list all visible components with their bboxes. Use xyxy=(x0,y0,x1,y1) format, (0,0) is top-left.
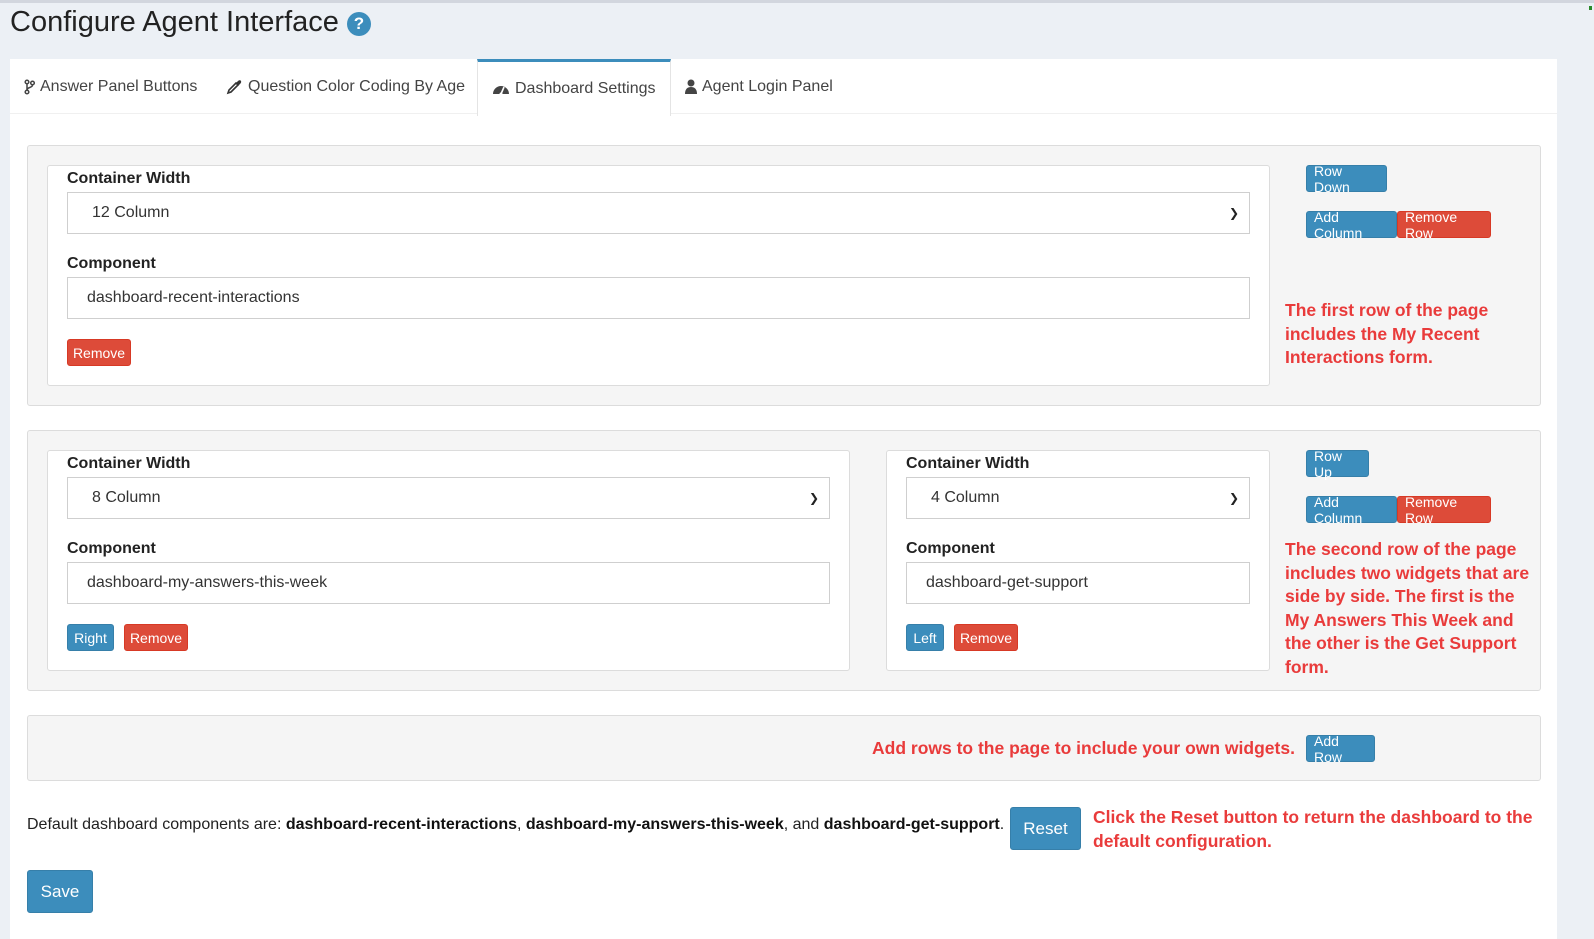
default-component-1: dashboard-recent-interactions xyxy=(285,816,517,833)
eyedropper-icon xyxy=(226,80,242,95)
default-component-2: dashboard-my-answers-this-week xyxy=(525,816,784,833)
page-title-text: Configure Agent Interface xyxy=(10,6,339,38)
tab-dashboard-settings[interactable]: Dashboard Settings xyxy=(477,59,671,116)
column-1: Container Width 8 Column ❯ Component das… xyxy=(47,450,850,671)
column-2: Container Width 4 Column ❯ Component das… xyxy=(886,450,1270,671)
component-label: Component xyxy=(67,255,156,272)
container-width-select[interactable]: 4 Column ❯ xyxy=(906,477,1250,519)
question-circle-icon[interactable]: ? xyxy=(346,11,371,36)
add-row-annotation: Add rows to the page to include your own… xyxy=(872,738,1295,758)
row-down-button[interactable]: Row Down xyxy=(1306,163,1387,195)
remove-column-button[interactable]: Remove xyxy=(124,624,188,651)
add-row-bar: Add rows to the page to include your own… xyxy=(27,715,1541,781)
remove-column-button[interactable]: Remove xyxy=(954,624,1018,651)
component-value: dashboard-my-answers-this-week xyxy=(87,574,328,591)
row-2-annotation: The second row of the page includes two … xyxy=(1285,539,1530,677)
component-input[interactable]: dashboard-my-answers-this-week xyxy=(67,562,830,604)
add-column-button[interactable]: Add Column xyxy=(1306,209,1397,241)
tab-question-color-coding[interactable]: Question Color Coding By Age xyxy=(212,59,479,114)
container-width-value: 4 Column xyxy=(931,489,1000,506)
tachometer-icon xyxy=(493,86,509,96)
settings-card: Answer Panel Buttons Question Color Codi… xyxy=(10,59,1557,939)
container-width-label: Container Width xyxy=(67,170,191,187)
code-branch-icon xyxy=(24,78,35,95)
default-separator: , and xyxy=(783,816,824,833)
add-row-button[interactable]: Add Row xyxy=(1306,733,1375,765)
reset-annotation: Click the Reset button to return the das… xyxy=(1093,807,1533,851)
chevron-down-icon: ❯ xyxy=(1228,206,1239,220)
component-label: Component xyxy=(906,540,995,557)
component-value: dashboard-get-support xyxy=(926,574,1088,591)
top-border xyxy=(0,0,1594,3)
column-1: Container Width 12 Column ❯ Component da… xyxy=(47,165,1270,386)
default-components-text: Default dashboard components are: dashbo… xyxy=(27,816,1004,834)
remove-row-button[interactable]: Remove Row xyxy=(1397,494,1491,526)
remove-column-button[interactable]: Remove xyxy=(67,339,131,366)
component-value: dashboard-recent-interactions xyxy=(87,289,300,306)
component-input[interactable]: dashboard-recent-interactions xyxy=(67,277,1250,319)
component-input[interactable]: dashboard-get-support xyxy=(906,562,1250,604)
tab-label: Answer Panel Buttons xyxy=(40,77,198,95)
tab-bar: Answer Panel Buttons Question Color Codi… xyxy=(10,59,1557,116)
tab-answer-panel-buttons[interactable]: Answer Panel Buttons xyxy=(10,59,211,114)
default-prefix: Default dashboard components are: xyxy=(27,816,286,833)
page-title: Configure Agent Interface ? xyxy=(10,6,371,39)
tab-label: Question Color Coding By Age xyxy=(248,77,466,95)
reset-button[interactable]: Reset xyxy=(1010,807,1081,850)
default-suffix: . xyxy=(999,816,1005,833)
tab-label: Agent Login Panel xyxy=(702,77,833,95)
component-label: Component xyxy=(67,540,156,557)
container-width-label: Container Width xyxy=(67,455,191,472)
row-1-annotation: The first row of the page includes the M… xyxy=(1285,300,1489,368)
container-width-value: 12 Column xyxy=(92,204,170,221)
default-component-3: dashboard-get-support xyxy=(823,816,1000,833)
container-width-select[interactable]: 12 Column ❯ xyxy=(67,192,1250,234)
status-dot xyxy=(1589,6,1592,10)
save-button[interactable]: Save xyxy=(27,870,93,913)
remove-row-button[interactable]: Remove Row xyxy=(1397,209,1491,241)
tab-agent-login-panel[interactable]: Agent Login Panel xyxy=(671,59,847,114)
move-right-button[interactable]: Right xyxy=(67,624,114,651)
chevron-down-icon: ❯ xyxy=(808,491,819,505)
move-left-button[interactable]: Left xyxy=(906,624,944,651)
tab-label: Dashboard Settings xyxy=(515,80,656,97)
add-column-button[interactable]: Add Column xyxy=(1306,494,1397,526)
dashboard-row-2: Container Width 8 Column ❯ Component das… xyxy=(27,430,1541,691)
chevron-down-icon: ❯ xyxy=(1228,491,1239,505)
dashboard-row-1: Container Width 12 Column ❯ Component da… xyxy=(27,145,1541,406)
user-icon xyxy=(685,79,697,94)
container-width-select[interactable]: 8 Column ❯ xyxy=(67,477,830,519)
row-up-button[interactable]: Row Up xyxy=(1306,448,1369,480)
container-width-label: Container Width xyxy=(906,455,1030,472)
container-width-value: 8 Column xyxy=(92,489,161,506)
default-separator: , xyxy=(516,816,526,833)
